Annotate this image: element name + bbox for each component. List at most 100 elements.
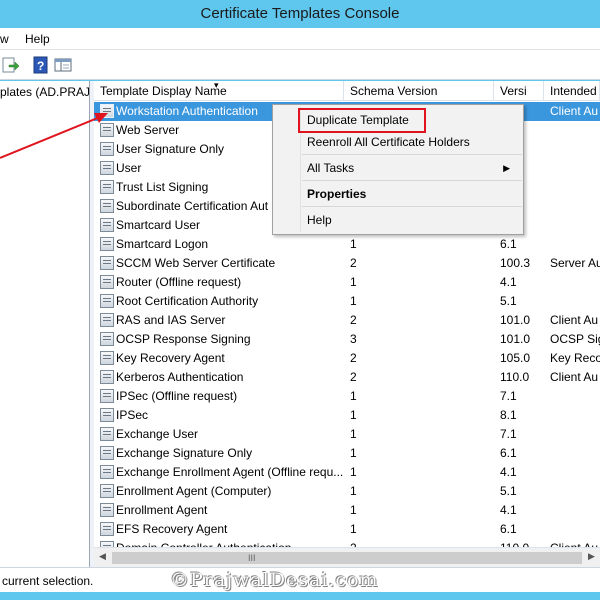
version-cell: 4.1	[500, 503, 517, 517]
template-name-cell: Kerberos Authentication	[116, 370, 244, 384]
status-text: current selection.	[2, 574, 94, 588]
table-row[interactable]: RAS and IAS Server 2 101.0 Client Au	[94, 311, 600, 330]
certificate-template-icon	[100, 503, 114, 517]
version-cell: 6.1	[500, 237, 517, 251]
table-row[interactable]: IPSec (Offline request) 1 7.1	[94, 387, 600, 406]
version-cell: 5.1	[500, 484, 517, 498]
table-row[interactable]: OCSP Response Signing 3 101.0 OCSP Sig	[94, 330, 600, 349]
svg-text:?: ?	[37, 59, 44, 73]
table-row[interactable]: Key Recovery Agent 2 105.0 Key Reco	[94, 349, 600, 368]
menu-item-help[interactable]: Help	[274, 210, 522, 231]
certificate-template-icon	[100, 294, 114, 308]
schema-version-cell: 1	[350, 294, 357, 308]
console-tree-pane: plates (AD.PRAJW	[0, 81, 90, 567]
column-header-name-label: Template Display Name	[100, 84, 227, 98]
certificate-template-icon	[100, 218, 114, 232]
schema-version-cell: 2	[350, 313, 357, 327]
schema-version-cell: 1	[350, 237, 357, 251]
template-name-cell: IPSec	[116, 408, 149, 422]
column-header-schema[interactable]: Schema Version	[344, 81, 494, 101]
table-row[interactable]: Enrollment Agent (Computer) 1 5.1	[94, 482, 600, 501]
table-row[interactable]: Smartcard Logon 1 6.1	[94, 235, 600, 254]
table-row[interactable]: EFS Recovery Agent 1 6.1	[94, 520, 600, 539]
version-cell: 6.1	[500, 446, 517, 460]
menu-item-reenroll[interactable]: Reenroll All Certificate Holders	[274, 132, 522, 153]
certificate-template-icon	[100, 237, 114, 251]
schema-version-cell: 1	[350, 389, 357, 403]
template-name-cell: SCCM Web Server Certificate	[116, 256, 276, 270]
version-cell: 100.3	[500, 256, 531, 270]
help-icon[interactable]: ?	[32, 56, 50, 74]
table-row[interactable]: Exchange Enrollment Agent (Offline requ.…	[94, 463, 600, 482]
certificate-template-icon	[100, 313, 114, 327]
menu-item-all-tasks[interactable]: All Tasks ▶	[274, 158, 522, 179]
certificate-template-icon	[100, 332, 114, 346]
horizontal-scrollbar[interactable]: ◀ III ▶	[94, 547, 600, 567]
export-list-icon[interactable]	[2, 56, 20, 74]
watermark: ©PrajwalDesai.com	[170, 569, 379, 591]
schema-version-cell: 2	[350, 370, 357, 384]
version-cell: 8.1	[500, 408, 517, 422]
certificate-template-icon	[100, 199, 114, 213]
schema-version-cell: 2	[350, 351, 357, 365]
schema-version-cell: 2	[350, 256, 357, 270]
template-name-cell: EFS Recovery Agent	[116, 522, 228, 536]
schema-version-cell: 1	[350, 275, 357, 289]
intended-purpose-cell: Client Au	[550, 370, 599, 384]
intended-purpose-cell: Key Reco	[550, 351, 600, 365]
scrollbar-thumb[interactable]	[112, 552, 582, 564]
window-bottom-border	[0, 592, 600, 600]
certificate-template-icon	[100, 104, 114, 118]
scroll-right-icon[interactable]: ▶	[588, 551, 595, 562]
template-name-cell: Exchange Enrollment Agent (Offline requ.…	[116, 465, 344, 479]
table-row[interactable]: Exchange User 1 7.1	[94, 425, 600, 444]
schema-version-cell: 1	[350, 522, 357, 536]
template-name-cell: RAS and IAS Server	[116, 313, 226, 327]
menu-help[interactable]: Help	[25, 32, 50, 46]
version-cell: 7.1	[500, 389, 517, 403]
certificate-template-icon	[100, 180, 114, 194]
column-header-intended[interactable]: Intended	[544, 81, 600, 101]
template-name-cell: Enrollment Agent	[116, 503, 208, 517]
menu-bar: w Help	[0, 28, 600, 50]
table-row[interactable]: Kerberos Authentication 2 110.0 Client Au	[94, 368, 600, 387]
intended-purpose-cell: OCSP Sig	[550, 332, 600, 346]
template-name-cell: Exchange User	[116, 427, 199, 441]
menu-separator	[302, 180, 522, 181]
template-name-cell: Smartcard Logon	[116, 237, 209, 251]
schema-version-cell: 1	[350, 484, 357, 498]
table-row[interactable]: Enrollment Agent 1 4.1	[94, 501, 600, 520]
menu-item-properties[interactable]: Properties	[274, 184, 522, 205]
certificate-template-icon	[100, 370, 114, 384]
table-row[interactable]: Exchange Signature Only 1 6.1	[94, 444, 600, 463]
certificate-template-icon	[100, 484, 114, 498]
table-row[interactable]: Router (Offline request) 1 4.1	[94, 273, 600, 292]
tree-item-certificate-templates[interactable]: plates (AD.PRAJW	[0, 85, 89, 99]
show-hide-pane-icon[interactable]	[54, 56, 72, 74]
template-name-cell: Root Certification Authority	[116, 294, 259, 308]
version-cell: 105.0	[500, 351, 531, 365]
table-row[interactable]: IPSec 1 8.1	[94, 406, 600, 425]
intended-purpose-cell: Server Au	[550, 256, 600, 270]
template-name-cell: Enrollment Agent (Computer)	[116, 484, 272, 498]
menu-item-all-tasks-label: All Tasks	[307, 161, 355, 175]
schema-version-cell: 1	[350, 408, 357, 422]
version-cell: 5.1	[500, 294, 517, 308]
table-row[interactable]: Root Certification Authority 1 5.1	[94, 292, 600, 311]
menu-view[interactable]: w	[0, 32, 9, 46]
schema-version-cell: 1	[350, 503, 357, 517]
column-header-name[interactable]: Template Display Name ▾	[94, 81, 344, 101]
column-header-version[interactable]: Versi	[494, 81, 544, 101]
table-row[interactable]: SCCM Web Server Certificate 2 100.3 Server …	[94, 254, 600, 273]
certificate-template-icon	[100, 161, 114, 175]
sort-arrow-icon: ▾	[214, 81, 219, 90]
version-cell: 4.1	[500, 465, 517, 479]
toolbar: ?	[0, 50, 600, 80]
scroll-left-icon[interactable]: ◀	[99, 551, 106, 562]
status-bar: current selection. ©PrajwalDesai.com	[0, 567, 600, 592]
certificate-template-icon	[100, 123, 114, 137]
intended-purpose-cell: Client Au	[550, 104, 599, 118]
menu-separator	[302, 206, 522, 207]
template-name-cell: Key Recovery Agent	[116, 351, 225, 365]
version-cell: 6.1	[500, 522, 517, 536]
